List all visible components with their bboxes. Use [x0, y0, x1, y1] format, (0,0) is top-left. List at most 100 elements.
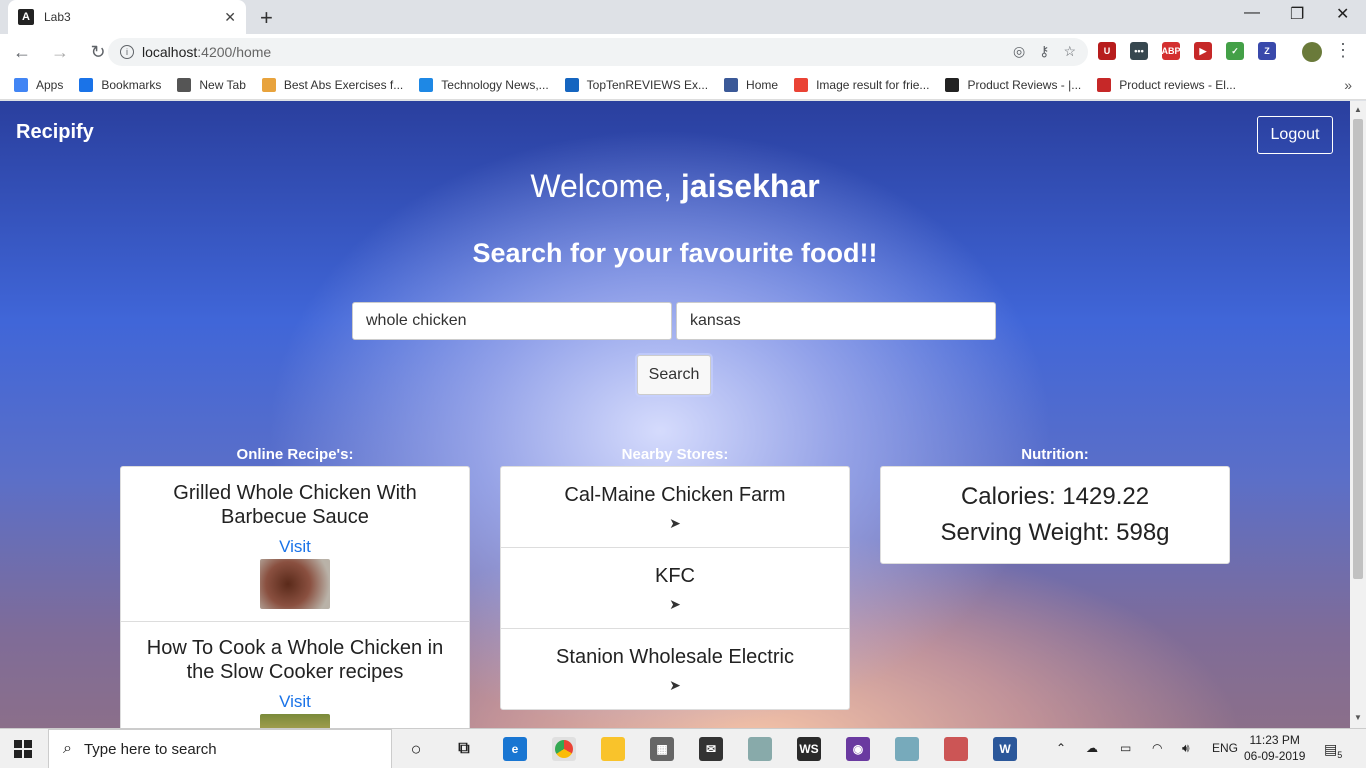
bookmark-label: Home	[746, 77, 779, 92]
extension-icon[interactable]: •••	[1130, 42, 1148, 60]
scroll-thumb[interactable]	[1353, 119, 1363, 579]
url-text: localhost:4200/home	[142, 44, 272, 60]
github-icon[interactable]: ◉	[846, 737, 870, 761]
paint-icon[interactable]	[944, 737, 968, 761]
close-tab-icon[interactable]: ✕	[224, 9, 236, 26]
bookmark-icon	[177, 77, 192, 92]
edge-icon[interactable]: e	[503, 737, 527, 761]
bookmark-icon	[794, 77, 809, 92]
chrome-icon[interactable]	[552, 737, 576, 761]
scroll-up-icon[interactable]: ▲	[1354, 105, 1362, 114]
volume-icon[interactable]: 🔊︎	[1182, 741, 1190, 756]
star-icon[interactable]: ☆	[1063, 43, 1076, 60]
bookmark-item[interactable]: New Tab	[177, 77, 246, 92]
key-icon[interactable]: ⚷	[1039, 43, 1049, 60]
visit-link[interactable]: Visit	[121, 692, 469, 712]
bookmark-icon	[945, 77, 960, 92]
browser-tab[interactable]: A Lab3 ✕	[8, 0, 246, 34]
bookmark-item[interactable]: Image result for frie...	[794, 77, 930, 92]
restore-icon[interactable]: ❐	[1290, 4, 1304, 24]
webstorm-icon[interactable]: WS	[797, 737, 821, 761]
stores-heading: Nearby Stores:	[621, 446, 729, 463]
recipe-thumbnail[interactable]	[260, 559, 330, 609]
extension-icon[interactable]: Z	[1258, 42, 1276, 60]
store-icon[interactable]: ▦	[650, 737, 674, 761]
tab-title: Lab3	[44, 10, 71, 24]
language-indicator[interactable]: ENG	[1212, 741, 1238, 755]
windows-taskbar: ⌕ Type here to search ○ ⧉ e ▦ ✉ WS ◉ W ⌃…	[0, 728, 1366, 768]
navigate-icon[interactable]: ➤	[501, 596, 849, 613]
bookmark-item[interactable]: Product Reviews - |...	[945, 77, 1081, 92]
username: jaisekhar	[680, 168, 820, 204]
extension-icon[interactable]: U	[1098, 42, 1116, 60]
brand-logo[interactable]: Recipify	[16, 121, 94, 144]
stores-card: Cal-Maine Chicken Farm ➤ KFC ➤ Stanion W…	[500, 466, 850, 710]
extension-icon[interactable]: ✓	[1226, 42, 1244, 60]
notification-icon[interactable]: ▤5	[1324, 741, 1342, 760]
taskbar-clock[interactable]: 11:23 PM 06-09-2019	[1244, 732, 1305, 764]
visit-link[interactable]: Visit	[121, 537, 469, 557]
recipes-heading: Online Recipe's:	[236, 446, 354, 463]
store-name: KFC	[655, 565, 695, 587]
bookmark-item[interactable]: TopTenREVIEWS Ex...	[564, 77, 709, 92]
bookmark-icon	[1097, 77, 1112, 92]
battery-icon[interactable]: ▭	[1120, 741, 1131, 755]
bookmark-icon	[261, 77, 276, 92]
cortana-icon[interactable]: ○	[404, 737, 428, 761]
bookmark-item[interactable]: Product reviews - El...	[1097, 77, 1236, 92]
location-icon[interactable]: ◎	[1013, 43, 1025, 60]
browser-toolbar: ← → ↻ i localhost:4200/home ◎ ⚷ ☆ U ••• AB…	[0, 34, 1366, 70]
photos-icon[interactable]	[748, 737, 772, 761]
app-icon[interactable]	[895, 737, 919, 761]
back-icon[interactable]: ←	[6, 42, 38, 63]
wifi-icon[interactable]: ◠	[1152, 741, 1162, 755]
bookmark-label: Technology News,...	[441, 77, 549, 92]
logout-button[interactable]: Logout	[1257, 116, 1333, 154]
nutrition-card: Calories: 1429.22 Serving Weight: 598g	[880, 466, 1230, 564]
navigate-icon[interactable]: ➤	[501, 677, 849, 694]
close-window-icon[interactable]: ✕	[1336, 4, 1349, 24]
extension-icon[interactable]: ▶	[1194, 42, 1212, 60]
mail-icon[interactable]: ✉	[699, 737, 723, 761]
new-tab-icon[interactable]: +	[260, 5, 273, 31]
navigate-icon[interactable]: ➤	[501, 515, 849, 532]
bookmark-label: TopTenREVIEWS Ex...	[586, 77, 709, 92]
page-scrollbar[interactable]: ▲ ▼	[1350, 101, 1366, 728]
onedrive-icon[interactable]: ☁	[1086, 741, 1098, 755]
more-bookmarks-icon[interactable]: »	[1344, 77, 1352, 93]
taskbar-search[interactable]: ⌕ Type here to search	[48, 729, 392, 768]
store-item: Cal-Maine Chicken Farm ➤	[501, 467, 849, 548]
store-name: Cal-Maine Chicken Farm	[564, 484, 786, 506]
word-icon[interactable]: W	[993, 737, 1017, 761]
profile-avatar[interactable]	[1302, 42, 1322, 62]
scroll-down-icon[interactable]: ▼	[1354, 713, 1362, 722]
bookmark-icon	[14, 77, 28, 92]
bookmark-item[interactable]: Home	[724, 77, 779, 92]
forward-icon[interactable]: →	[44, 42, 76, 63]
bookmark-label: Image result for frie...	[816, 77, 930, 92]
file-explorer-icon[interactable]	[601, 737, 625, 761]
location-input[interactable]: kansas	[676, 302, 996, 340]
bookmark-item[interactable]: Best Abs Exercises f...	[261, 77, 404, 92]
show-hidden-icons[interactable]: ⌃	[1056, 741, 1066, 755]
windows-start-icon[interactable]	[14, 740, 32, 758]
menu-icon[interactable]: ⋮	[1334, 40, 1352, 61]
bookmark-icon	[79, 77, 94, 92]
recipe-thumbnail[interactable]	[260, 714, 330, 728]
task-view-icon[interactable]: ⧉	[452, 737, 476, 761]
store-name: Stanion Wholesale Electric	[556, 646, 794, 668]
bookmark-label: Best Abs Exercises f...	[283, 77, 404, 92]
extension-icon[interactable]: ABP	[1162, 42, 1181, 60]
info-icon[interactable]: i	[120, 45, 134, 59]
welcome-heading: Welcome, jaisekhar	[530, 168, 820, 204]
bookmark-item[interactable]: Apps	[14, 77, 63, 92]
address-bar[interactable]: i localhost:4200/home ◎ ⚷ ☆	[108, 38, 1088, 66]
bookmark-label: New Tab	[199, 77, 246, 92]
bookmark-item[interactable]: Bookmarks	[79, 77, 161, 92]
search-button[interactable]: Search	[637, 355, 711, 395]
recipe-title: How To Cook a Whole Chicken in the Slow …	[146, 637, 444, 683]
recipe-item: Grilled Whole Chicken With Barbecue Sauc…	[121, 467, 469, 622]
bookmark-item[interactable]: Technology News,...	[419, 77, 549, 92]
food-search-input[interactable]: whole chicken	[352, 302, 672, 340]
minimize-icon[interactable]: —	[1244, 4, 1260, 22]
